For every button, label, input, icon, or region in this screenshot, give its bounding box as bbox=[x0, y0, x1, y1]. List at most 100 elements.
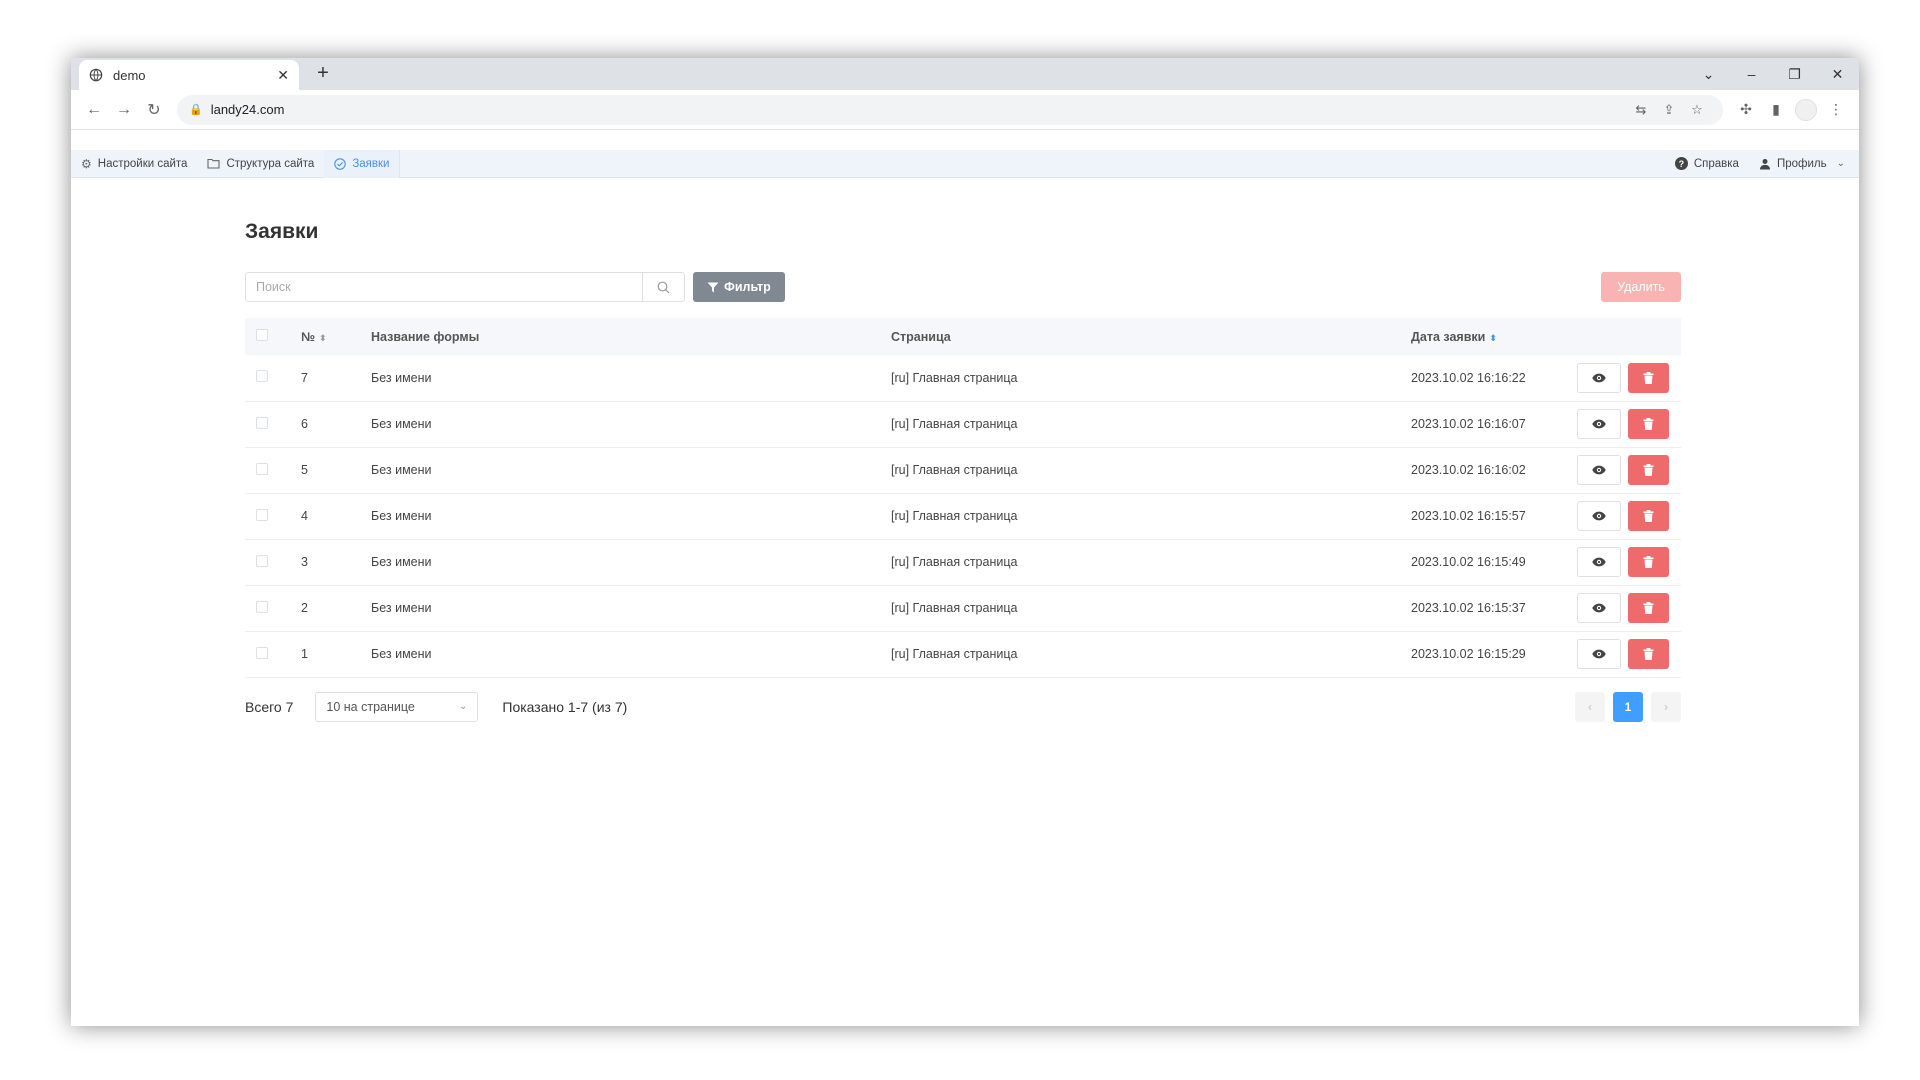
browser-tab[interactable]: demo ✕ bbox=[79, 60, 299, 90]
view-button[interactable] bbox=[1577, 547, 1621, 577]
cell-date: 2023.10.02 16:15:57 bbox=[1411, 509, 1526, 523]
requests-table: № ⬍ Название формы Страница Дата заявки ⬍ … bbox=[245, 318, 1681, 678]
cell-page: [ru] Главная страница bbox=[891, 370, 1018, 385]
row-checkbox[interactable] bbox=[256, 646, 268, 659]
delete-row-button[interactable] bbox=[1628, 593, 1669, 623]
sort-icon[interactable]: ⬍ bbox=[1489, 333, 1497, 343]
cell-num: 5 bbox=[301, 463, 308, 477]
prev-page-button[interactable]: ‹ bbox=[1575, 691, 1605, 722]
help-icon: ? bbox=[1674, 157, 1688, 170]
eye-icon bbox=[1592, 511, 1606, 521]
controls-bar: Фильтр Удалить bbox=[245, 272, 1681, 302]
reload-icon[interactable]: ↻ bbox=[139, 100, 169, 120]
delete-row-button[interactable] bbox=[1628, 409, 1669, 439]
trash-icon bbox=[1643, 371, 1654, 384]
view-button[interactable] bbox=[1577, 501, 1621, 531]
table-header-row: № ⬍ Название формы Страница Дата заявки ⬍ bbox=[245, 318, 1681, 355]
check-circle-icon bbox=[334, 157, 347, 170]
nav-item-site-settings[interactable]: ⚙ Настройки сайта bbox=[71, 150, 197, 178]
sort-icon[interactable]: ⬍ bbox=[319, 333, 327, 343]
eye-icon bbox=[1592, 419, 1606, 429]
select-all-checkbox[interactable] bbox=[256, 329, 268, 341]
table-row: 3 Без имени [ru] Главная страница 2023.10.0… bbox=[245, 539, 1681, 585]
delete-row-button[interactable] bbox=[1628, 501, 1669, 531]
tab-close-icon[interactable]: ✕ bbox=[277, 67, 289, 84]
new-tab-button[interactable]: + bbox=[311, 62, 335, 85]
search-button[interactable] bbox=[642, 273, 684, 301]
folder-icon bbox=[207, 158, 221, 169]
row-checkbox[interactable] bbox=[256, 370, 268, 383]
next-page-button[interactable]: › bbox=[1651, 691, 1681, 722]
eye-icon bbox=[1592, 557, 1606, 567]
cell-page: [ru] Главная страница bbox=[891, 417, 1018, 431]
row-actions bbox=[1577, 409, 1681, 439]
page-button-1[interactable]: 1 bbox=[1613, 691, 1643, 722]
view-button[interactable] bbox=[1577, 639, 1621, 669]
window-controls: ⌄ – ❐ ✕ bbox=[1687, 58, 1859, 90]
delete-row-button[interactable] bbox=[1628, 362, 1669, 393]
menu-kebab-icon[interactable]: ⋮ bbox=[1821, 101, 1851, 118]
header-page: Страница bbox=[891, 329, 951, 344]
restore-icon[interactable]: ❐ bbox=[1773, 66, 1816, 83]
cell-date: 2023.10.02 16:16:07 bbox=[1411, 417, 1526, 431]
row-checkbox[interactable] bbox=[256, 600, 268, 613]
header-date[interactable]: Дата заявки ⬍ bbox=[1411, 318, 1577, 355]
minimize-icon[interactable]: – bbox=[1730, 66, 1773, 82]
filter-button[interactable]: Фильтр bbox=[693, 272, 785, 302]
delete-row-button[interactable] bbox=[1628, 547, 1669, 577]
cell-page: [ru] Главная страница bbox=[891, 647, 1018, 661]
back-icon[interactable]: ← bbox=[79, 101, 109, 119]
table-row: 7 Без имени [ru] Главная страница 2023.10.0… bbox=[245, 355, 1681, 401]
profile-avatar[interactable] bbox=[1795, 98, 1817, 121]
browser-window: demo ✕ + ⌄ – ❐ ✕ ← → ↻ 🔒 landy24.com ⇆ ⇪… bbox=[71, 58, 1859, 1026]
delete-row-button[interactable] bbox=[1628, 639, 1669, 669]
cell-form-name: Без имени bbox=[371, 509, 432, 523]
share-icon[interactable]: ⇪ bbox=[1655, 102, 1683, 118]
side-panel-icon[interactable]: ▮ bbox=[1761, 101, 1791, 118]
view-button[interactable] bbox=[1577, 362, 1621, 393]
view-button[interactable] bbox=[1577, 593, 1621, 623]
profile-menu[interactable]: Профиль ⌄ bbox=[1749, 150, 1859, 178]
row-checkbox[interactable] bbox=[256, 462, 268, 475]
tab-title: demo bbox=[113, 67, 146, 83]
row-checkbox[interactable] bbox=[256, 508, 268, 521]
eye-icon bbox=[1592, 603, 1606, 613]
per-page-select[interactable]: 10 на странице ⌄ bbox=[315, 691, 479, 722]
pagination: ‹ 1 › bbox=[1575, 691, 1681, 722]
bookmark-star-icon[interactable]: ☆ bbox=[1683, 102, 1711, 118]
profile-label: Профиль bbox=[1776, 157, 1827, 170]
view-button[interactable] bbox=[1577, 409, 1621, 439]
header-num[interactable]: № ⬍ bbox=[301, 318, 371, 355]
cell-num: 7 bbox=[301, 370, 308, 385]
table-footer: Всего 7 10 на странице ⌄ Показано 1-7 (и… bbox=[245, 691, 1681, 722]
translate-icon[interactable]: ⇆ bbox=[1627, 102, 1655, 118]
cell-num: 6 bbox=[301, 417, 308, 431]
nav-item-requests[interactable]: Заявки bbox=[324, 149, 401, 178]
search-input[interactable] bbox=[246, 273, 642, 301]
header-form-name: Название формы bbox=[371, 329, 480, 344]
trash-icon bbox=[1643, 648, 1654, 660]
cell-page: [ru] Главная страница bbox=[891, 555, 1018, 569]
row-actions bbox=[1577, 455, 1681, 485]
delete-button[interactable]: Удалить bbox=[1601, 272, 1681, 302]
cell-num: 2 bbox=[301, 601, 308, 615]
view-button[interactable] bbox=[1577, 455, 1621, 485]
per-page-value: 10 на странице bbox=[326, 699, 415, 714]
filter-icon bbox=[707, 282, 719, 292]
tab-strip: demo ✕ + ⌄ – ❐ ✕ bbox=[71, 58, 1859, 90]
row-checkbox[interactable] bbox=[256, 416, 268, 429]
help-link[interactable]: ? Справка bbox=[1665, 150, 1749, 178]
extensions-icon[interactable]: ✣ bbox=[1731, 101, 1761, 118]
nav-item-site-structure[interactable]: Структура сайта bbox=[197, 150, 324, 178]
delete-row-button[interactable] bbox=[1628, 455, 1669, 485]
forward-icon[interactable]: → bbox=[109, 101, 139, 119]
cell-date: 2023.10.02 16:15:29 bbox=[1411, 647, 1526, 661]
trash-icon bbox=[1643, 510, 1654, 522]
address-bar[interactable]: 🔒 landy24.com ⇆ ⇪ ☆ bbox=[177, 94, 1723, 125]
eye-icon bbox=[1592, 373, 1606, 383]
nav-item-label: Заявки bbox=[352, 157, 390, 170]
close-window-icon[interactable]: ✕ bbox=[1816, 66, 1859, 83]
tab-search-icon[interactable]: ⌄ bbox=[1687, 66, 1730, 83]
row-checkbox[interactable] bbox=[256, 554, 268, 567]
cell-form-name: Без имени bbox=[371, 417, 432, 431]
